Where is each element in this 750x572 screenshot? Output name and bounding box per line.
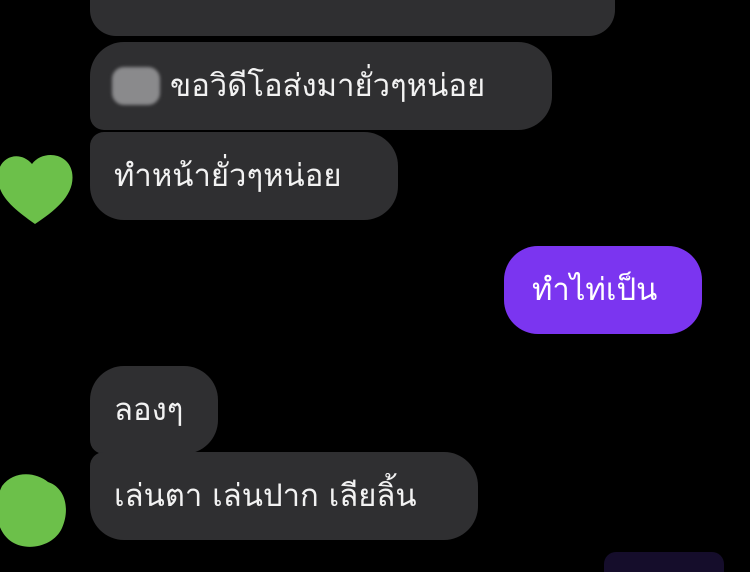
next-message-peek bbox=[604, 552, 724, 572]
message-text: เล่นตา เล่นปาก เลียลิ้น bbox=[114, 477, 417, 514]
avatar-redaction-blob-icon bbox=[0, 474, 66, 547]
message-bubble-incoming[interactable]: เล่นตา เล่นปาก เลียลิ้น bbox=[90, 452, 478, 540]
message-bubble-incoming[interactable]: ลองๆ bbox=[90, 366, 218, 454]
message-bubble-outgoing[interactable]: ทำไท่เป็น bbox=[504, 246, 702, 334]
previous-message-bubble[interactable] bbox=[90, 0, 615, 36]
avatar-redaction-heart-icon bbox=[0, 155, 73, 224]
message-text: ลองๆ bbox=[114, 391, 184, 428]
redacted-emoji-icon bbox=[112, 67, 160, 105]
message-bubble-incoming[interactable]: ขอวิดีโอส่งมายั่วๆหน่อย bbox=[90, 42, 552, 130]
message-text: ทำหน้ายั่วๆหน่อย bbox=[114, 157, 342, 194]
message-text: ทำไท่เป็น bbox=[532, 271, 658, 308]
message-bubble-incoming[interactable]: ทำหน้ายั่วๆหน่อย bbox=[90, 132, 398, 220]
message-text: ขอวิดีโอส่งมายั่วๆหน่อย bbox=[170, 67, 486, 104]
